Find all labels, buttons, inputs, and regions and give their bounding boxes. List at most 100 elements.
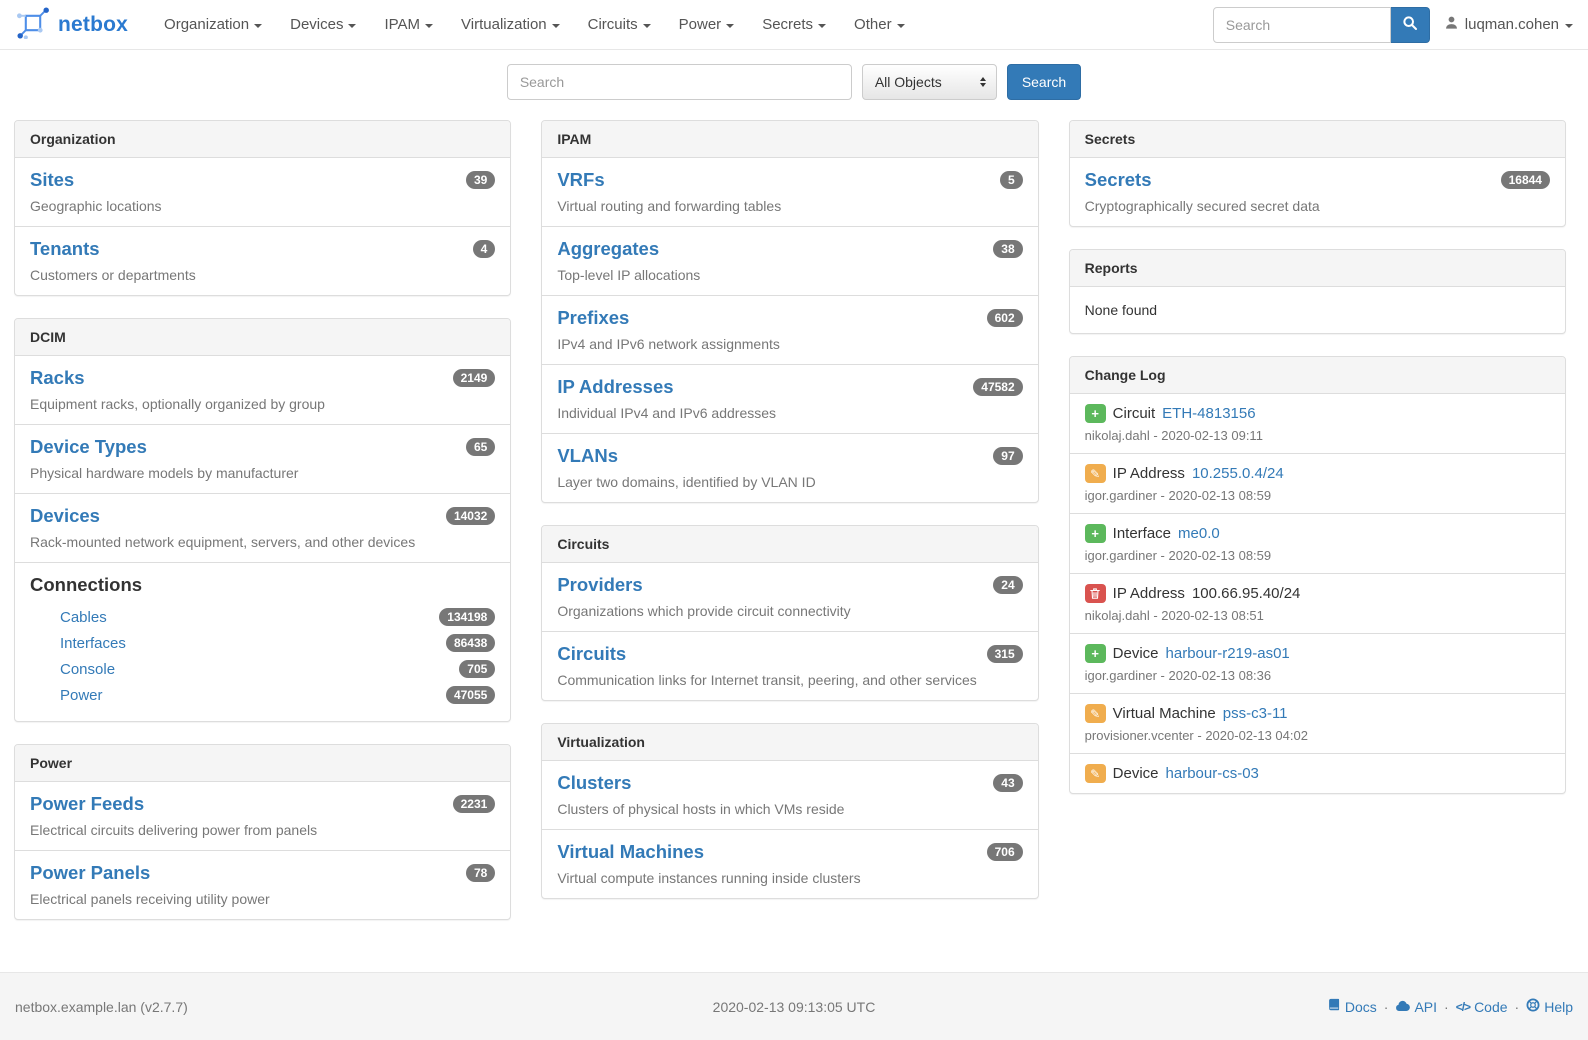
nav-secrets[interactable]: Secrets <box>748 0 840 49</box>
separator: · <box>1384 999 1389 1015</box>
changelog-entry: Device harbour-r219-as01 igor.gardiner -… <box>1070 633 1565 693</box>
code-link[interactable]: </> Code <box>1456 999 1508 1015</box>
list-item: Power Panels 78 Electrical panels receiv… <box>15 850 510 919</box>
virtual-machines-link[interactable]: Virtual Machines <box>557 841 704 863</box>
aggregates-link[interactable]: Aggregates <box>557 238 659 260</box>
changelog-object-link[interactable]: ETH-4813156 <box>1162 405 1255 422</box>
changelog-entry: Virtual Machine pss-c3-11 provisioner.vc… <box>1070 693 1565 753</box>
global-search-button[interactable]: Search <box>1007 64 1081 100</box>
nav-ipam[interactable]: IPAM <box>370 0 447 49</box>
netbox-brand[interactable]: netbox <box>15 7 128 42</box>
providers-link[interactable]: Providers <box>557 574 642 596</box>
chevron-down-icon <box>1565 24 1573 28</box>
item-description: Organizations which provide circuit conn… <box>557 603 1022 619</box>
devices-link[interactable]: Devices <box>30 505 100 527</box>
tenants-link[interactable]: Tenants <box>30 238 100 260</box>
vlans-link[interactable]: VLANs <box>557 445 618 467</box>
power-feeds-count-badge: 2231 <box>453 795 496 813</box>
changelog-object-link[interactable]: pss-c3-11 <box>1223 705 1288 722</box>
changelog-object-type: Circuit <box>1113 405 1156 422</box>
lifering-icon <box>1526 998 1540 1015</box>
navbar-search-form <box>1213 7 1430 43</box>
chevron-down-icon <box>254 24 262 28</box>
nav-circuits[interactable]: Circuits <box>574 0 665 49</box>
changelog-meta: igor.gardiner - 2020-02-13 08:36 <box>1085 668 1550 683</box>
device-types-link[interactable]: Device Types <box>30 436 147 458</box>
changelog-object-type: Interface <box>1113 525 1171 542</box>
pencil-icon <box>1085 464 1106 483</box>
api-link[interactable]: API <box>1395 999 1437 1015</box>
nav-other-label: Other <box>854 16 892 33</box>
changelog-object-link[interactable]: 10.255.0.4/24 <box>1192 465 1284 482</box>
racks-link[interactable]: Racks <box>30 367 85 389</box>
plus-icon <box>1085 644 1106 663</box>
help-link[interactable]: Help <box>1526 998 1573 1015</box>
changelog-object-type: Virtual Machine <box>1113 705 1216 722</box>
racks-count-badge: 2149 <box>453 369 496 387</box>
navbar-search-input[interactable] <box>1213 7 1391 43</box>
cables-count-badge: 134198 <box>439 608 495 626</box>
api-label: API <box>1414 999 1437 1015</box>
nav-organization[interactable]: Organization <box>150 0 276 49</box>
navbar-search-button[interactable] <box>1391 7 1430 43</box>
item-description: Geographic locations <box>30 198 495 214</box>
changelog-object-link[interactable]: harbour-cs-03 <box>1166 765 1259 782</box>
column-left: Organization Sites 39 Geographic locatio… <box>14 120 511 942</box>
power-feeds-link[interactable]: Power Feeds <box>30 793 144 815</box>
list-item: VRFs 5 Virtual routing and forwarding ta… <box>542 158 1037 226</box>
nav-virtualization[interactable]: Virtualization <box>447 0 574 49</box>
secrets-link[interactable]: Secrets <box>1085 169 1152 191</box>
clusters-link[interactable]: Clusters <box>557 772 631 794</box>
console-link[interactable]: Console <box>60 661 115 678</box>
select-arrows-icon <box>980 77 986 87</box>
global-search-bar: All Objects Search <box>0 50 1588 106</box>
top-navbar: netbox Organization Devices IPAM Virtual… <box>0 0 1588 50</box>
reports-empty-text: None found <box>1070 287 1565 333</box>
code-label: Code <box>1474 999 1507 1015</box>
ip-addresses-link[interactable]: IP Addresses <box>557 376 673 398</box>
nav-power[interactable]: Power <box>665 0 749 49</box>
item-description: Virtual compute instances running inside… <box>557 870 1022 886</box>
changelog-object-link[interactable]: harbour-r219-as01 <box>1166 645 1290 662</box>
global-search-input[interactable] <box>507 64 852 100</box>
vrfs-link[interactable]: VRFs <box>557 169 604 191</box>
item-description: Individual IPv4 and IPv6 addresses <box>557 405 1022 421</box>
help-label: Help <box>1544 999 1573 1015</box>
sites-link[interactable]: Sites <box>30 169 74 191</box>
changelog-entry: Circuit ETH-4813156 nikolaj.dahl - 2020-… <box>1070 394 1565 453</box>
column-middle: IPAM VRFs 5 Virtual routing and forwardi… <box>541 120 1038 921</box>
user-menu[interactable]: luqman.cohen <box>1444 15 1573 34</box>
prefixes-link[interactable]: Prefixes <box>557 307 629 329</box>
power-panels-count-badge: 78 <box>466 864 495 882</box>
nav-devices[interactable]: Devices <box>276 0 370 49</box>
search-scope-select[interactable]: All Objects <box>862 64 997 100</box>
item-description: Clusters of physical hosts in which VMs … <box>557 801 1022 817</box>
nav-power-label: Power <box>679 16 722 33</box>
vrfs-count-badge: 5 <box>1000 171 1023 189</box>
nav-ipam-label: IPAM <box>384 16 420 33</box>
power-panels-link[interactable]: Power Panels <box>30 862 150 884</box>
item-description: Cryptographically secured secret data <box>1085 198 1550 214</box>
aggregates-count-badge: 38 <box>993 240 1022 258</box>
dashboard: Organization Sites 39 Geographic locatio… <box>0 106 1588 972</box>
panel-reports-heading: Reports <box>1070 250 1565 287</box>
search-scope-value: All Objects <box>875 74 942 90</box>
interfaces-link[interactable]: Interfaces <box>60 635 126 652</box>
changelog-object-name: 100.66.95.40/24 <box>1192 585 1300 602</box>
connections-heading: Connections <box>30 574 495 596</box>
item-description: Rack-mounted network equipment, servers,… <box>30 534 495 550</box>
panel-secrets: Secrets Secrets 16844 Cryptographically … <box>1069 120 1566 227</box>
pencil-icon <box>1085 764 1106 783</box>
changelog-object-link[interactable]: me0.0 <box>1178 525 1220 542</box>
chevron-down-icon <box>643 24 651 28</box>
brand-name: netbox <box>58 13 128 37</box>
panel-changelog: Change Log Circuit ETH-4813156 nikolaj.d… <box>1069 356 1566 794</box>
cables-link[interactable]: Cables <box>60 609 107 626</box>
nav-other[interactable]: Other <box>840 0 919 49</box>
list-item: Tenants 4 Customers or departments <box>15 226 510 295</box>
circuits-link[interactable]: Circuits <box>557 643 626 665</box>
changelog-entry: Device harbour-cs-03 <box>1070 753 1565 793</box>
netbox-logo-icon <box>15 7 51 42</box>
power-connections-link[interactable]: Power <box>60 687 103 704</box>
docs-link[interactable]: Docs <box>1327 998 1377 1015</box>
